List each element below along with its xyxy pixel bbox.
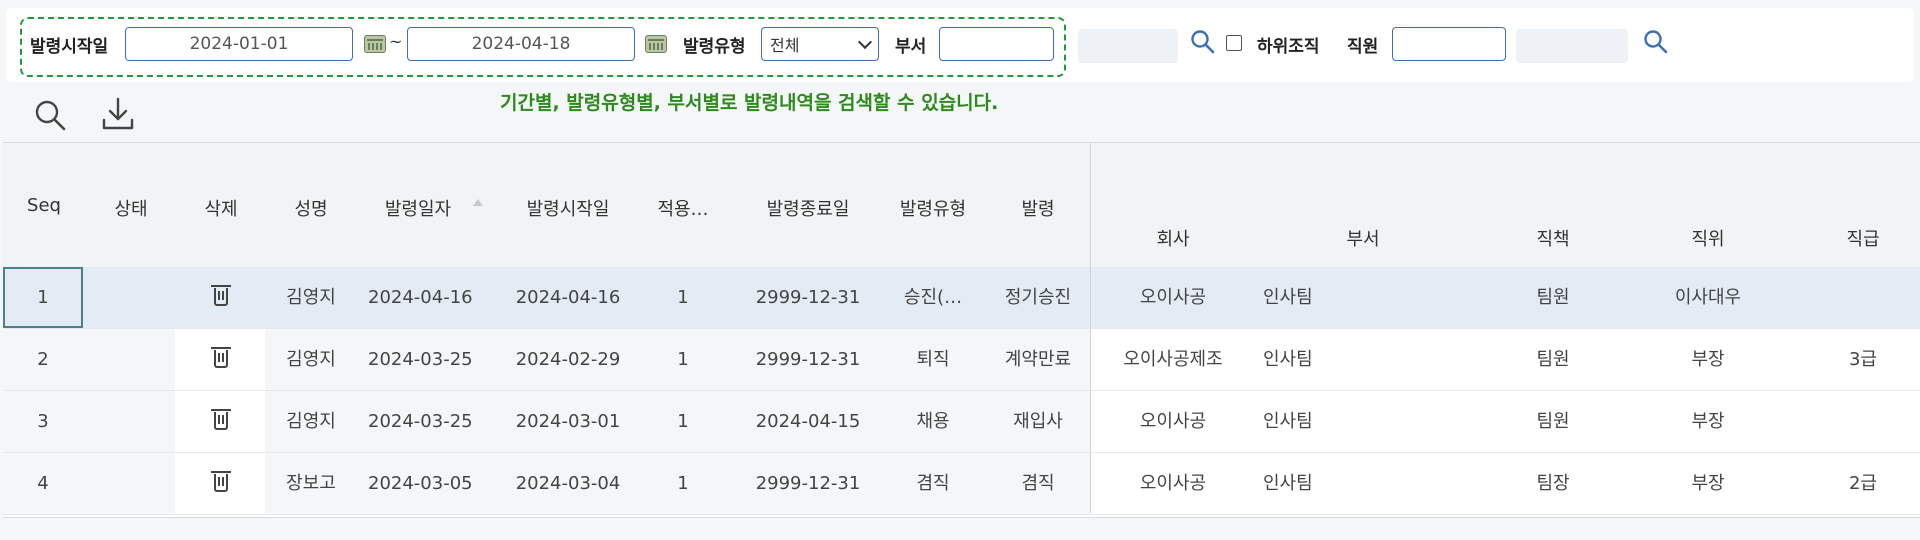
col-delete[interactable]: 삭제 [188,195,254,221]
cell-issue-date[interactable]: 2024-03-05 [368,453,473,514]
cell-duty[interactable]: 팀원 [1513,267,1593,328]
col-grade[interactable]: 직급 [1828,225,1898,251]
cell-start-date[interactable]: 2024-04-16 [513,267,623,328]
filter-highlight-box [20,17,1066,77]
cell-name[interactable]: 김영지 [278,329,344,390]
dept-name-display [1078,29,1178,63]
cell-status[interactable] [98,267,164,328]
table-row[interactable]: 2 김영지 2024-03-25 2024-02-29 1 2999-12-31… [3,329,1920,391]
trash-icon[interactable] [211,471,231,492]
col-issue-date[interactable]: 발령일자 [368,195,468,221]
cell-seq[interactable]: 2 [3,329,83,390]
cell-end-date[interactable]: 2024-04-15 [753,391,863,452]
cell-order-type[interactable]: 채용 [888,391,978,452]
sort-asc-icon [473,199,483,206]
cell-company[interactable]: 오이사공제조 [1103,329,1243,390]
cell-order[interactable]: 계약만료 [998,329,1078,390]
cell-order-type[interactable]: 겸직 [888,453,978,514]
cell-position[interactable]: 부장 [1658,453,1758,514]
column-group-divider [1090,143,1091,513]
cell-duty[interactable]: 팀원 [1513,391,1593,452]
cell-seq[interactable]: 4 [3,453,83,514]
cell-apply[interactable]: 1 [643,267,723,328]
cell-start-date[interactable]: 2024-02-29 [513,329,623,390]
cell-company[interactable]: 오이사공 [1113,391,1233,452]
col-end-date[interactable]: 발령종료일 [753,195,863,221]
cell-duty[interactable]: 팀원 [1513,329,1593,390]
grid-header: Seq 상태 삭제 성명 발령일자 발령시작일 적용… 발령종료일 발령유형 발… [3,143,1920,268]
cell-status[interactable] [98,329,164,390]
employee-search-icon[interactable] [1643,29,1669,59]
col-start-date[interactable]: 발령시작일 [513,195,623,221]
suborg-checkbox[interactable] [1226,35,1242,51]
cell-position[interactable]: 부장 [1658,329,1758,390]
trash-icon[interactable] [211,285,231,306]
cell-grade[interactable] [1828,267,1898,328]
cell-end-date[interactable]: 2999-12-31 [753,329,863,390]
cell-issue-date[interactable]: 2024-03-25 [368,329,473,390]
cell-grade[interactable]: 3급 [1828,329,1898,390]
dept-search-icon[interactable] [1190,29,1216,59]
cell-order[interactable]: 정기승진 [998,267,1078,328]
appointment-grid: Seq 상태 삭제 성명 발령일자 발령시작일 적용… 발령종료일 발령유형 발… [3,142,1920,518]
col-apply[interactable]: 적용… [643,195,723,221]
cell-name[interactable]: 장보고 [278,453,344,514]
cell-apply[interactable]: 1 [643,329,723,390]
cell-apply[interactable]: 1 [643,391,723,452]
col-position[interactable]: 직위 [1668,225,1748,251]
cell-order[interactable]: 재입사 [998,391,1078,452]
search-icon[interactable] [33,98,67,136]
col-duty[interactable]: 직책 [1513,225,1593,251]
trash-icon[interactable] [211,347,231,368]
col-name[interactable]: 성명 [278,195,344,221]
col-status[interactable]: 상태 [98,195,164,221]
table-row[interactable]: 4 장보고 2024-03-05 2024-03-04 1 2999-12-31… [3,453,1920,515]
cell-dept[interactable]: 인사팀 [1263,329,1383,390]
trash-icon[interactable] [211,409,231,430]
col-company[interactable]: 회사 [1128,225,1218,251]
cell-company[interactable]: 오이사공 [1113,453,1233,514]
cell-issue-date[interactable]: 2024-03-25 [368,391,473,452]
employee-input[interactable] [1392,27,1506,61]
cell-position[interactable]: 부장 [1658,391,1758,452]
col-dept[interactable]: 부서 [1323,225,1403,251]
cell-dept[interactable]: 인사팀 [1263,267,1383,328]
cell-duty[interactable]: 팀장 [1513,453,1593,514]
cell-status[interactable] [98,391,164,452]
col-order-type[interactable]: 발령유형 [888,195,978,221]
table-row[interactable]: 3 김영지 2024-03-25 2024-03-01 1 2024-04-15… [3,391,1920,453]
download-icon[interactable] [101,96,135,136]
cell-seq[interactable]: 1 [3,267,83,328]
cell-start-date[interactable]: 2024-03-01 [513,391,623,452]
cell-order-type[interactable]: 승진(… [888,267,978,328]
cell-position[interactable]: 이사대우 [1658,267,1758,328]
employee-label: 직원 [1347,37,1379,57]
cell-dept[interactable]: 인사팀 [1263,453,1383,514]
cell-status[interactable] [98,453,164,514]
cell-order[interactable]: 겸직 [998,453,1078,514]
col-order[interactable]: 발령 [998,195,1078,221]
cell-company[interactable]: 오이사공 [1113,267,1233,328]
suborg-label: 하위조직 [1257,37,1320,57]
cell-dept[interactable]: 인사팀 [1263,391,1383,452]
cell-grade[interactable]: 2급 [1828,453,1898,514]
cell-issue-date[interactable]: 2024-04-16 [368,267,473,328]
cell-name[interactable]: 김영지 [278,391,344,452]
table-row[interactable]: 1 김영지 2024-04-16 2024-04-16 1 2999-12-31… [3,267,1920,329]
employee-name-display [1516,29,1628,63]
col-seq[interactable]: Seq [23,195,65,216]
filter-hint-text: 기간별, 발령유형별, 부서별로 발령내역을 검색할 수 있습니다. [500,92,999,114]
cell-end-date[interactable]: 2999-12-31 [753,267,863,328]
cell-start-date[interactable]: 2024-03-04 [513,453,623,514]
cell-apply[interactable]: 1 [643,453,723,514]
cell-name[interactable]: 김영지 [278,267,344,328]
cell-grade[interactable] [1828,391,1898,452]
cell-order-type[interactable]: 퇴직 [888,329,978,390]
cell-seq[interactable]: 3 [3,391,83,452]
cell-end-date[interactable]: 2999-12-31 [753,453,863,514]
